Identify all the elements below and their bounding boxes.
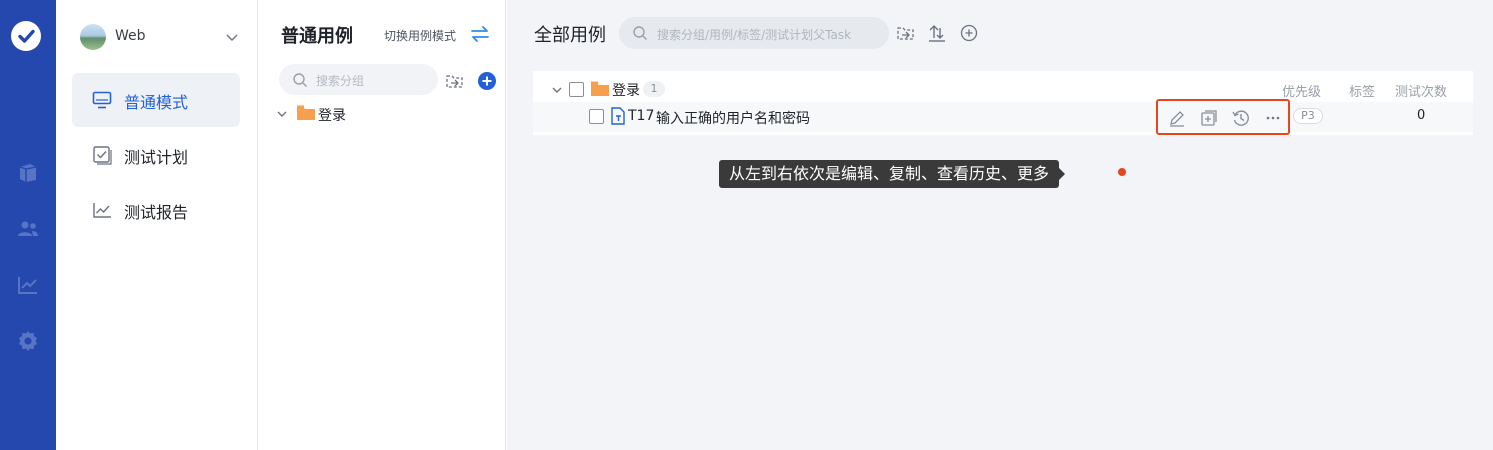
nav-item-test-report[interactable]: 测试报告 — [72, 183, 240, 237]
group-row[interactable]: 登录 1 — [533, 74, 1473, 104]
checklist-icon — [92, 145, 112, 165]
settings-gear-icon[interactable] — [16, 329, 40, 353]
nav-item-label: 测试报告 — [124, 203, 189, 222]
search-placeholder: 搜索分组/用例/标签/测试计划父Task — [657, 28, 852, 42]
priority-tag: P3 — [1293, 108, 1323, 124]
app-logo-icon[interactable] — [11, 21, 41, 51]
group-count-badge: 1 — [643, 81, 665, 97]
more-dots-icon[interactable] — [1263, 108, 1283, 128]
search-placeholder: 搜索分组 — [316, 74, 365, 88]
annotation-tooltip: 从左到右依次是编辑、复制、查看历史、更多 — [719, 160, 1066, 188]
case-tree-panel: 普通用例 切换用例模式 搜索分组 登录 — [259, 0, 506, 450]
monitor-icon — [92, 90, 112, 110]
move-folder-icon[interactable] — [445, 71, 465, 91]
chevron-down-icon[interactable] — [550, 82, 564, 96]
nav-item-label: 普通模式 — [124, 93, 189, 112]
main-panel: 全部用例 搜索分组/用例/标签/测试计划父Task 优先级 标签 测试次数 登录… — [507, 0, 1493, 450]
nav-item-label: 测试计划 — [124, 148, 189, 167]
add-circle-icon[interactable] — [959, 23, 979, 43]
project-avatar — [80, 24, 106, 50]
case-id: T17 — [628, 108, 655, 124]
tree-node[interactable]: 登录 — [275, 103, 475, 125]
group-checkbox[interactable] — [569, 82, 584, 97]
chevron-down-icon[interactable] — [275, 106, 289, 120]
edit-pencil-icon[interactable] — [1167, 108, 1187, 128]
case-title[interactable]: 输入正确的用户名和密码 — [656, 108, 810, 128]
group-label: 登录 — [612, 83, 640, 99]
table-row[interactable]: T17 输入正确的用户名和密码 P3 0 — [533, 99, 1473, 135]
copy-icon[interactable] — [1199, 108, 1219, 128]
annotation-dot — [1118, 168, 1126, 176]
trend-chart-icon — [92, 200, 112, 220]
project-switcher[interactable]: Web — [80, 24, 240, 50]
case-search-input[interactable]: 搜索分组/用例/标签/测试计划父Task — [619, 17, 889, 49]
row-actions-highlight — [1156, 99, 1290, 135]
folder-icon — [297, 105, 315, 120]
nav-item-test-plan[interactable]: 测试计划 — [72, 128, 240, 182]
tree-title: 普通用例 — [281, 26, 353, 47]
case-table: 优先级 标签 测试次数 登录 1 T17 输入正确的用户名和密码 P3 0 — [533, 71, 1473, 135]
chevron-down-icon — [224, 29, 240, 45]
run-count: 0 — [1417, 108, 1426, 123]
search-icon — [632, 25, 648, 41]
add-group-icon[interactable] — [477, 71, 497, 91]
project-name: Web — [115, 28, 146, 44]
switch-arrows-icon[interactable] — [469, 23, 491, 45]
members-icon[interactable] — [16, 217, 40, 241]
cases-icon[interactable] — [16, 160, 40, 184]
history-icon[interactable] — [1231, 108, 1251, 128]
search-icon — [292, 72, 308, 88]
switch-mode-button[interactable]: 切换用例模式 — [384, 27, 456, 44]
page-title: 全部用例 — [534, 25, 606, 46]
app: Web 普通模式 测试计划 测试报告 普通用例 切换用例模式 搜索分组 登录 全… — [0, 0, 1493, 450]
nav-item-normal-mode[interactable]: 普通模式 — [72, 73, 240, 127]
sidebar: Web 普通模式 测试计划 测试报告 — [56, 0, 258, 450]
icon-rail — [0, 0, 56, 450]
case-checkbox[interactable] — [589, 109, 604, 124]
case-document-icon — [611, 107, 625, 125]
import-export-icon[interactable] — [927, 23, 947, 43]
tree-node-label: 登录 — [318, 108, 346, 124]
tree-search-input[interactable]: 搜索分组 — [279, 64, 438, 95]
move-folder-icon[interactable] — [896, 23, 916, 43]
folder-icon — [591, 81, 609, 96]
stats-icon[interactable] — [16, 273, 40, 297]
